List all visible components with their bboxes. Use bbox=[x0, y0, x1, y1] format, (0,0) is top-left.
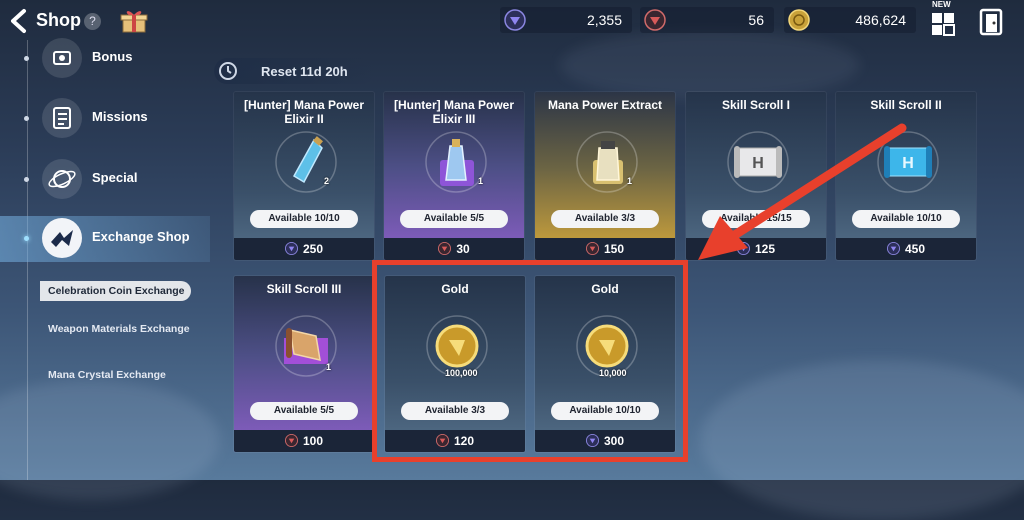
grid-menu-icon[interactable] bbox=[928, 2, 958, 38]
elixir-bottle-icon bbox=[425, 131, 487, 193]
price-value: 150 bbox=[603, 242, 625, 256]
elixir-bottle-icon bbox=[275, 131, 337, 193]
back-arrow-icon[interactable] bbox=[8, 8, 30, 34]
sidebar-item-bonus[interactable]: Bonus bbox=[0, 36, 210, 80]
sidebar-item-missions[interactable]: Missions bbox=[0, 96, 210, 140]
card-name: Mana Power Extract bbox=[547, 98, 663, 112]
item-quantity: 1 bbox=[627, 176, 633, 186]
card-name: [Hunter] Mana Power Elixir III bbox=[393, 98, 514, 126]
red-crystal-icon bbox=[438, 242, 452, 255]
currency-value: 56 bbox=[748, 12, 764, 28]
special-icon bbox=[42, 159, 82, 199]
price-bar[interactable]: 100 bbox=[234, 430, 374, 452]
bonus-icon bbox=[42, 38, 82, 78]
price-value: 30 bbox=[456, 242, 470, 256]
sidebar-item-special[interactable]: Special bbox=[0, 157, 210, 201]
availability-pill: Available 5/5 bbox=[400, 210, 508, 228]
shop-card-mana-elixir-ii[interactable]: [Hunter] Mana Power Elixir II 2 Availabl… bbox=[234, 92, 374, 260]
highlight-box bbox=[372, 260, 688, 462]
availability-pill: Available 5/5 bbox=[250, 402, 358, 420]
subnav-mana-crystal-exchange[interactable]: Mana Crystal Exchange bbox=[48, 369, 198, 381]
price-bar[interactable]: 30 bbox=[384, 238, 524, 260]
gold-coin-icon bbox=[788, 9, 810, 31]
subnav-celebration-coin-exchange[interactable]: Celebration Coin Exchange bbox=[40, 281, 191, 301]
nav-dot bbox=[24, 236, 29, 241]
sidebar-item-label: Bonus bbox=[92, 49, 133, 64]
price-value: 250 bbox=[302, 242, 324, 256]
item-quantity: 1 bbox=[326, 362, 332, 372]
red-crystal-icon bbox=[284, 434, 298, 447]
purple-gem-icon bbox=[284, 242, 298, 255]
reset-timer: Reset 11d 20h bbox=[214, 58, 374, 84]
cloud-decoration bbox=[700, 360, 1024, 520]
sidebar-item-label: Exchange Shop bbox=[92, 229, 190, 244]
currency-value: 2,355 bbox=[586, 12, 622, 28]
price-bar[interactable]: 250 bbox=[234, 238, 374, 260]
annotation-arrow-icon bbox=[698, 123, 907, 260]
sidebar-item-label: Special bbox=[92, 170, 138, 185]
gift-box-icon[interactable] bbox=[120, 8, 148, 34]
card-name: Skill Scroll III bbox=[266, 282, 342, 296]
availability-pill: Available 10/10 bbox=[250, 210, 358, 228]
nav-dot bbox=[24, 56, 29, 61]
exit-door-icon[interactable] bbox=[978, 8, 1004, 36]
purple-gem-icon bbox=[504, 9, 526, 31]
currency-gold: 486,624 bbox=[784, 7, 916, 33]
red-crystal-icon bbox=[644, 9, 666, 31]
sidebar-item-label: Missions bbox=[92, 109, 148, 124]
missions-icon bbox=[42, 98, 82, 138]
card-name: Skill Scroll I bbox=[721, 98, 791, 112]
reset-label: Reset 11d 20h bbox=[261, 64, 348, 79]
item-quantity: 2 bbox=[324, 176, 330, 186]
shop-card-mana-elixir-iii[interactable]: [Hunter] Mana Power Elixir III 1 Availab… bbox=[384, 92, 524, 260]
extract-flask-icon bbox=[576, 131, 638, 193]
page-title: Shop bbox=[36, 10, 81, 30]
availability-pill: Available 3/3 bbox=[551, 210, 659, 228]
shop-card-mana-power-extract[interactable]: Mana Power Extract 1 Available 3/3 150 bbox=[535, 92, 675, 260]
sidebar-item-exchange-shop[interactable]: Exchange Shop bbox=[0, 216, 210, 262]
scroll-icon bbox=[275, 315, 337, 377]
card-name: Skill Scroll II bbox=[870, 98, 942, 112]
price-bar[interactable]: 150 bbox=[535, 238, 675, 260]
exchange-shop-icon bbox=[42, 218, 82, 258]
shop-card-skill-scroll-iii[interactable]: Skill Scroll III 1 Available 5/5 100 bbox=[234, 276, 374, 452]
red-crystal-icon bbox=[585, 242, 599, 255]
subnav-weapon-materials-exchange[interactable]: Weapon Materials Exchange bbox=[48, 323, 198, 335]
nav-dot bbox=[24, 177, 29, 182]
nav-dot bbox=[24, 116, 29, 121]
currency-red-crystal: 56 bbox=[640, 7, 774, 33]
item-quantity: 1 bbox=[478, 176, 484, 186]
price-value: 100 bbox=[302, 434, 324, 448]
clock-icon bbox=[219, 62, 237, 80]
help-button[interactable]: ? bbox=[84, 13, 101, 30]
currency-purple-gem: 2,355 bbox=[500, 7, 632, 33]
currency-value: 486,624 bbox=[855, 12, 906, 28]
card-name: [Hunter] Mana Power Elixir II bbox=[243, 98, 364, 126]
cloud-decoration bbox=[0, 380, 220, 500]
